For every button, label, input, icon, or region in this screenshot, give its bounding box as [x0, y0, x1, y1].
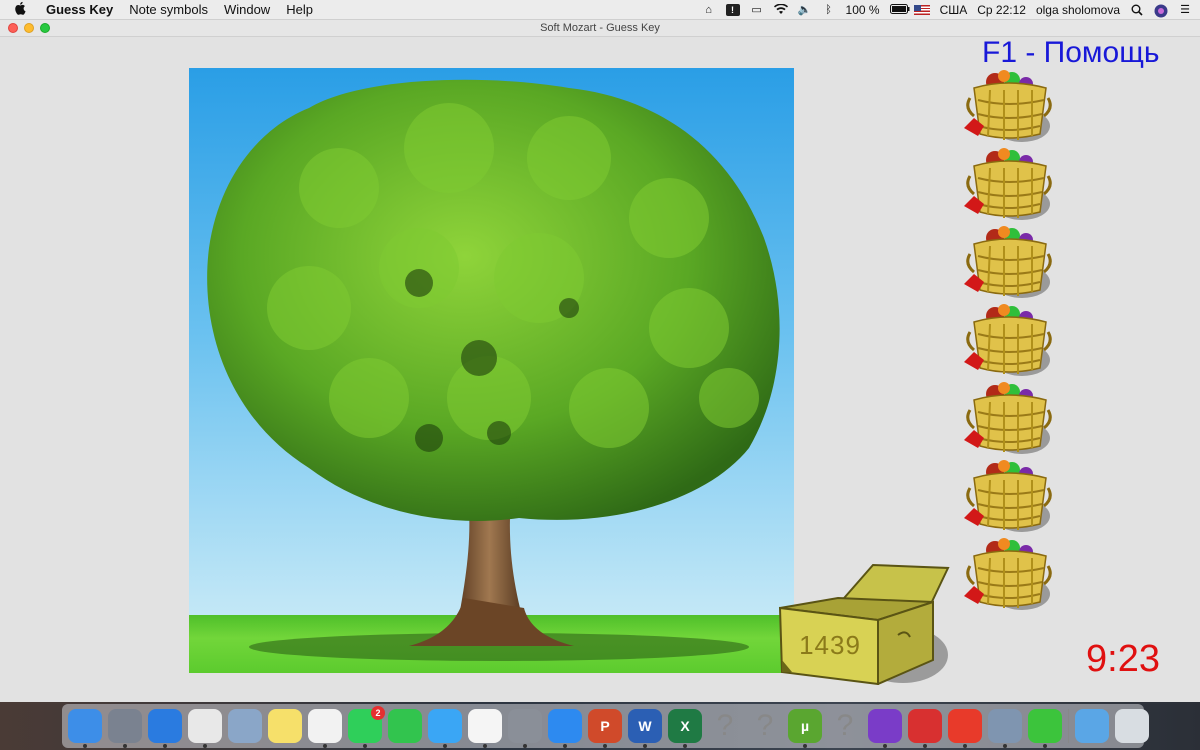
tree-illustration: [207, 79, 780, 646]
fruit-basket-icon: [960, 146, 1052, 224]
unknown-app-3-icon[interactable]: ?: [828, 709, 862, 743]
menu-app-name[interactable]: Guess Key: [38, 0, 121, 20]
treasure-chest: [778, 563, 950, 685]
help-hint: F1 - Помощь: [982, 36, 1160, 69]
notification-icon[interactable]: !: [725, 4, 740, 16]
running-indicator: [883, 744, 887, 748]
itunes-icon[interactable]: [468, 709, 502, 748]
running-indicator: [323, 744, 327, 748]
spotlight-search-icon[interactable]: [1130, 4, 1144, 16]
visual-studio-icon[interactable]: [868, 709, 902, 748]
running-indicator: [963, 744, 967, 748]
running-indicator: [1043, 744, 1047, 748]
facetime-icon[interactable]: [388, 709, 422, 743]
wifi-icon[interactable]: [773, 3, 788, 16]
app-store-icon[interactable]: [548, 709, 582, 748]
running-indicator: [683, 744, 687, 748]
status-area: ⌂ ! ▭ 🔈 ᛒ 100 % США Ср 22:12 olga sholom…: [702, 0, 1192, 20]
parallels-icon[interactable]: [908, 709, 942, 748]
dock: 2 P W X?? µ?: [62, 704, 1149, 748]
unknown-app-1-icon[interactable]: ?: [708, 709, 742, 743]
word-icon[interactable]: W: [628, 709, 662, 748]
menubar-clock[interactable]: Ср 22:12: [977, 3, 1026, 17]
running-indicator: [363, 744, 367, 748]
image-capture-icon[interactable]: [988, 709, 1022, 748]
powerpoint-icon[interactable]: P: [588, 709, 622, 748]
menu-help[interactable]: Help: [278, 0, 321, 20]
tree-scene[interactable]: [189, 68, 794, 673]
traffic-lights: [8, 23, 50, 33]
fruit-basket-icon: [960, 302, 1052, 380]
running-indicator: [603, 744, 607, 748]
chrome-icon[interactable]: [188, 709, 222, 748]
dock-separator: [1068, 709, 1069, 743]
zoom-window-button[interactable]: [40, 23, 50, 33]
running-indicator: [523, 744, 527, 748]
running-indicator: [643, 744, 647, 748]
system-preferences-icon[interactable]: [508, 709, 542, 748]
running-indicator: [483, 744, 487, 748]
badge-count: 2: [371, 706, 385, 720]
downloads-folder-icon[interactable]: [1075, 709, 1109, 743]
game-timer: 9:23: [1086, 638, 1160, 680]
photos-icon[interactable]: [308, 709, 342, 748]
apple-icon[interactable]: [8, 1, 34, 18]
user-name[interactable]: olga sholomova: [1036, 3, 1120, 17]
window-title-bar: Soft Mozart - Guess Key: [0, 20, 1200, 37]
close-window-button[interactable]: [8, 23, 18, 33]
running-indicator: [563, 744, 567, 748]
anydesk-icon[interactable]: [948, 709, 982, 748]
launchpad-icon[interactable]: [108, 709, 142, 748]
notes-icon[interactable]: [268, 709, 302, 743]
fruit-basket-icon: [960, 536, 1052, 614]
menu-note-symbols[interactable]: Note symbols: [121, 0, 216, 20]
fruit-basket-icon: [960, 380, 1052, 458]
preview-icon[interactable]: [228, 709, 262, 743]
running-indicator: [203, 744, 207, 748]
battery-percent: 100 %: [845, 3, 880, 17]
running-indicator: [1003, 744, 1007, 748]
running-indicator: [123, 744, 127, 748]
soft-mozart-icon[interactable]: [1028, 709, 1062, 748]
volume-icon[interactable]: 🔈: [798, 4, 812, 16]
score-counter: 1439: [799, 630, 861, 660]
running-indicator: [923, 744, 927, 748]
safari-icon[interactable]: [148, 709, 182, 748]
input-source-label[interactable]: США: [940, 3, 968, 17]
minimize-window-button[interactable]: [24, 23, 34, 33]
unknown-app-2-icon[interactable]: ?: [748, 709, 782, 743]
utorrent-icon[interactable]: µ: [788, 709, 822, 748]
window-title: Soft Mozart - Guess Key: [540, 22, 660, 34]
whatsapp-icon[interactable]: 2: [348, 706, 385, 748]
running-indicator: [443, 744, 447, 748]
siri-icon[interactable]: [1154, 4, 1168, 18]
battery-icon[interactable]: [889, 4, 910, 16]
fruit-basket-icon: [960, 68, 1052, 146]
fruit-basket-icon: [960, 458, 1052, 536]
menu-bar: Guess Key Note symbols Window Help ⌂ ! ▭…: [0, 0, 1200, 20]
lock-icon[interactable]: ⌂: [702, 4, 716, 16]
running-indicator: [83, 744, 87, 748]
menu-window[interactable]: Window: [216, 0, 278, 20]
excel-icon[interactable]: X: [668, 709, 702, 748]
running-indicator: [803, 744, 807, 748]
messages-icon[interactable]: [428, 709, 462, 748]
display-icon[interactable]: ▭: [750, 4, 764, 16]
finder-icon[interactable]: [68, 709, 102, 748]
notification-center-icon[interactable]: ☰: [1178, 4, 1192, 16]
trash-icon[interactable]: [1115, 709, 1149, 743]
fruit-basket-icon: [960, 224, 1052, 302]
us-flag-icon[interactable]: [913, 5, 930, 15]
running-indicator: [163, 744, 167, 748]
bluetooth-icon[interactable]: ᛒ: [822, 4, 836, 16]
